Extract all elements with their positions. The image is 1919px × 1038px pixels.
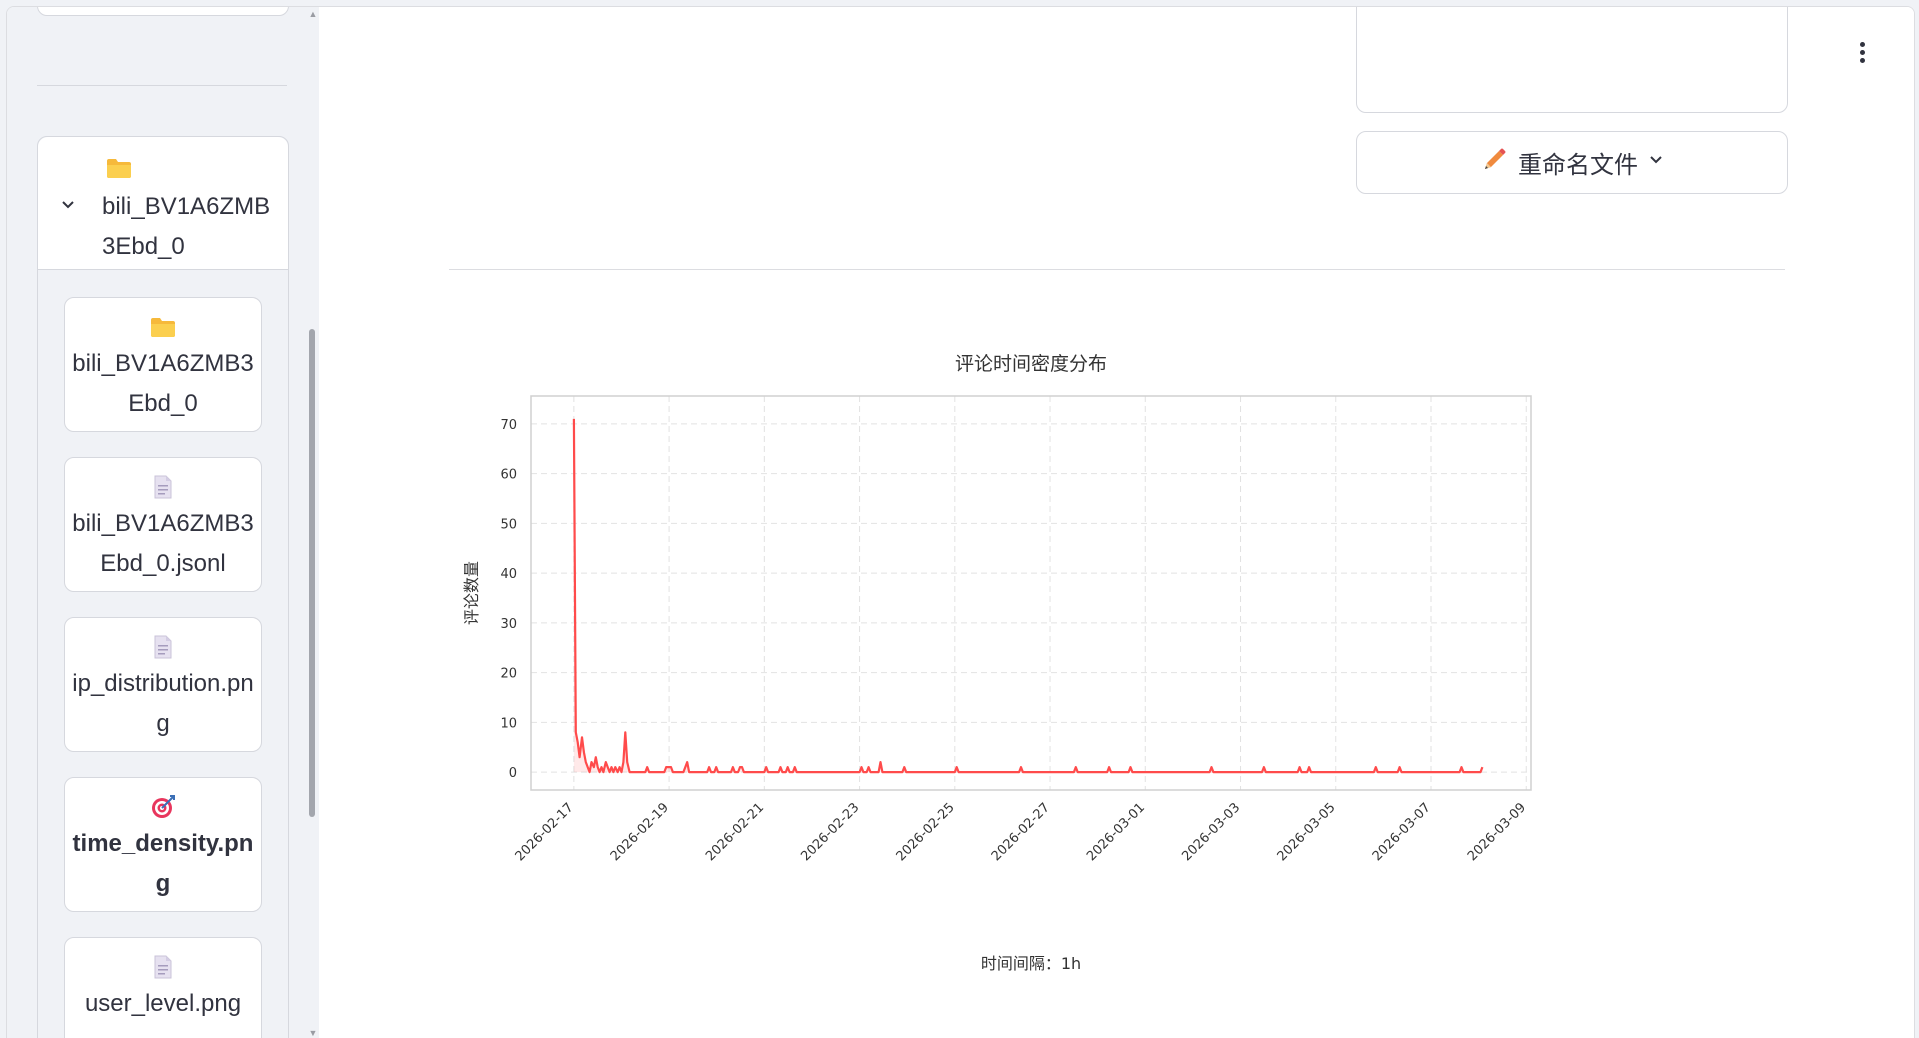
document-icon [65, 474, 261, 500]
app-window: ▲ ▼ bili_BV1A6ZMB3Ebd_0 bili_BV1A6ZMB3Eb… [6, 6, 1915, 1038]
folder-icon [65, 314, 261, 340]
chart-svg: 0 10 20 30 40 50 60 70 2026-02-17 2026-02-19 2026… [462, 353, 1532, 973]
scroll-up-arrow-icon[interactable]: ▲ [307, 9, 319, 19]
rename-file-button[interactable]: 重命名文件 [1356, 131, 1788, 194]
chevron-down-icon [1648, 152, 1664, 173]
folder-tree-header[interactable]: bili_BV1A6ZMB3Ebd_0 [38, 137, 288, 270]
rename-file-label: 重命名文件 [1518, 152, 1638, 179]
y-tick-label: 40 [500, 567, 517, 582]
document-icon [65, 634, 261, 660]
folder-name: bili_BV1A6ZMB3Ebd_0 [102, 193, 271, 260]
file-item[interactable]: user_level.png [64, 937, 262, 1038]
y-axis-label: 评论数量 [462, 561, 481, 625]
sidebar-divider [37, 85, 287, 86]
file-item-selected[interactable]: time_density.png [64, 777, 262, 912]
document-icon [65, 954, 261, 980]
plot-area [530, 395, 1532, 791]
y-tick-label: 20 [500, 667, 517, 682]
file-name: time_density.png [72, 830, 254, 897]
file-item[interactable]: ip_distribution.png [64, 617, 262, 752]
x-tick-label: 2026-03-03 [1179, 800, 1243, 864]
file-name: ip_distribution.png [72, 670, 254, 737]
sidebar-scrollbar[interactable] [309, 329, 315, 817]
series-line [572, 418, 1484, 774]
sidebar: ▲ ▼ bili_BV1A6ZMB3Ebd_0 bili_BV1A6ZMB3Eb… [7, 7, 319, 1038]
time-density-chart: 0 10 20 30 40 50 60 70 2026-02-17 2026-02-19 2026… [449, 325, 1785, 985]
file-name: bili_BV1A6ZMB3Ebd_0.jsonl [72, 510, 254, 577]
file-item[interactable]: bili_BV1A6ZMB3Ebd_0.jsonl [64, 457, 262, 592]
kebab-menu-icon[interactable] [1850, 39, 1874, 69]
folder-tree-group: bili_BV1A6ZMB3Ebd_0 bili_BV1A6ZMB3Ebd_0 … [37, 136, 289, 1038]
x-tick-label: 2026-02-27 [989, 800, 1053, 864]
x-tick-label: 2026-02-23 [798, 800, 862, 864]
x-tick-label: 2026-03-05 [1275, 800, 1339, 864]
x-tick-label: 2026-02-19 [608, 800, 672, 864]
x-tick-label: 2026-02-21 [703, 800, 767, 864]
x-tick-label: 2026-03-09 [1465, 800, 1529, 864]
chart-title: 评论时间密度分布 [955, 353, 1107, 375]
y-tick-label: 0 [509, 766, 517, 781]
y-tick-label: 60 [500, 468, 517, 483]
target-icon [65, 794, 261, 820]
file-name: bili_BV1A6ZMB3Ebd_0 [72, 350, 254, 417]
x-tick-label: 2026-03-01 [1084, 800, 1148, 864]
main-content: 重命名文件 0 10 20 30 40 50 60 70 2026-02-17 2026-02-… [319, 7, 1914, 1038]
x-tick-label: 2026-02-25 [894, 800, 958, 864]
pencil-icon [1480, 146, 1508, 179]
sidebar-top-input[interactable] [37, 7, 289, 16]
series-fill [573, 418, 1483, 773]
previous-control[interactable] [1356, 7, 1788, 113]
y-tick-label: 70 [500, 418, 517, 433]
y-tick-label: 30 [500, 617, 517, 632]
file-item[interactable]: bili_BV1A6ZMB3Ebd_0 [64, 297, 262, 432]
x-tick-label: 2026-02-17 [513, 800, 577, 864]
folder-icon [106, 157, 132, 184]
chevron-down-icon[interactable] [60, 197, 76, 218]
y-tick-label: 50 [500, 517, 517, 532]
x-axis-label: 时间间隔：1h [981, 954, 1081, 973]
y-tick-label: 10 [500, 716, 517, 731]
x-tick-label: 2026-03-07 [1370, 800, 1434, 864]
section-divider [449, 269, 1785, 270]
file-name: user_level.png [84, 990, 242, 1017]
